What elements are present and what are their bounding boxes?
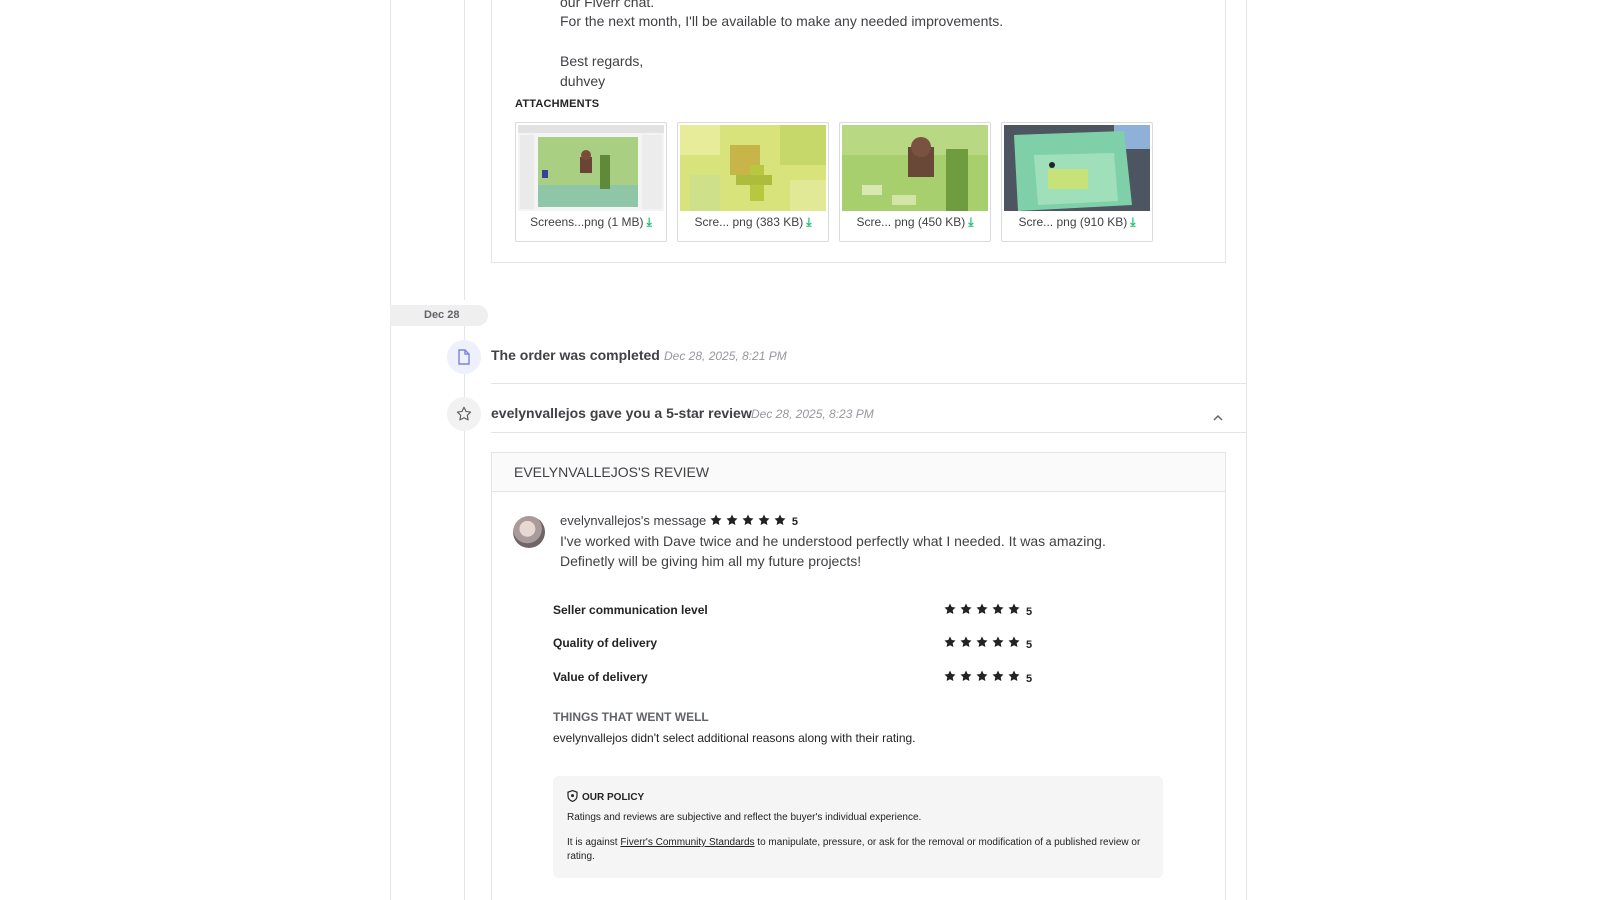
star-rating-icon [944, 603, 1020, 614]
rating-stars: 5 [944, 669, 1032, 687]
attachment-caption: Scre... png (450 KB) ⤓ [856, 215, 974, 229]
rating-score: 5 [1026, 673, 1033, 685]
document-icon [447, 340, 481, 374]
attachment-preview-image [1004, 125, 1150, 211]
delivery-line: our Fiverr chat. [560, 0, 655, 10]
went-well-text: evelynvallejos didn't select additional … [553, 731, 916, 745]
delivery-line: For the next month, I'll be available to… [560, 13, 1004, 29]
attachment-thumbnail[interactable]: Scre... png (910 KB) ⤓ [1001, 122, 1153, 242]
policy-line: Ratings and reviews are subjective and r… [567, 812, 922, 823]
rating-label: Seller communication level [553, 603, 708, 617]
review-rating-value: 5 [791, 516, 799, 528]
rating-stars: 5 [944, 602, 1032, 620]
delivery-line: Best regards, [560, 53, 644, 69]
attachment-caption: Scre... png (910 KB) ⤓ [1018, 215, 1136, 229]
attachment-thumbnail[interactable]: Screens...png (1 MB) ⤓ [515, 122, 667, 242]
attachment-thumbnail[interactable]: Scre... png (383 KB) ⤓ [677, 122, 829, 242]
attachments-title: ATTACHMENTS [515, 98, 600, 110]
attachment-preview-image [518, 125, 664, 211]
policy-line: It is against Fiverr's Community Standar… [567, 837, 1141, 862]
went-well-title: THINGS THAT WENT WELL [553, 710, 709, 724]
download-icon[interactable]: ⤓ [968, 215, 973, 229]
star-rating-icon [944, 670, 1020, 681]
attachment-thumbnail[interactable]: Scre... png (450 KB) ⤓ [839, 122, 991, 242]
review-text: I've worked with Dave twice and he under… [560, 533, 1106, 549]
download-icon[interactable]: ⤓ [1130, 215, 1135, 229]
download-icon[interactable]: ⤓ [647, 215, 652, 229]
community-standards-link[interactable]: Fiverr's Community Standards [620, 837, 754, 848]
attachment-preview-image [680, 125, 826, 211]
divider [491, 383, 1247, 384]
delivery-line: duhvey [560, 73, 606, 89]
timeline-line [464, 0, 465, 300]
review-event-text: evelynvallejos gave you a 5-star review [491, 405, 752, 421]
rating-score: 5 [1026, 639, 1033, 651]
star-rating-icon [710, 514, 790, 529]
attachment-caption: Screens...png (1 MB) ⤓ [530, 215, 652, 229]
attachment-preview-image [842, 125, 988, 211]
policy-box: OUR POLICY Ratings and reviews are subje… [553, 776, 1163, 878]
rating-score: 5 [1026, 606, 1033, 618]
date-separator: Dec 28 [390, 305, 488, 326]
review-event-time: Dec 28, 2025, 8:23 PM [751, 407, 874, 421]
avatar[interactable] [513, 516, 545, 548]
download-icon[interactable]: ⤓ [806, 215, 811, 229]
review-card-header: EVELYNVALLEJOS'S REVIEW [492, 453, 1225, 492]
order-completed-time: Dec 28, 2025, 8:21 PM [664, 349, 787, 363]
chevron-up-icon[interactable] [1212, 412, 1224, 424]
star-rating-icon [944, 636, 1020, 647]
rating-label: Value of delivery [553, 670, 648, 684]
order-completed-text: The order was completed [491, 347, 660, 363]
shield-icon [567, 789, 578, 803]
rating-stars: 5 [944, 635, 1032, 653]
review-sender-name: evelynvallejos's message [560, 513, 707, 528]
rating-label: Quality of delivery [553, 636, 658, 650]
review-text: Definetly will be giving him all my futu… [560, 553, 862, 569]
review-sender-line: evelynvallejos's message 5 [560, 513, 798, 529]
divider [491, 432, 1247, 433]
policy-title: OUR POLICY [567, 789, 644, 803]
star-outline-icon [447, 397, 481, 431]
attachment-caption: Scre... png (383 KB) ⤓ [694, 215, 812, 229]
